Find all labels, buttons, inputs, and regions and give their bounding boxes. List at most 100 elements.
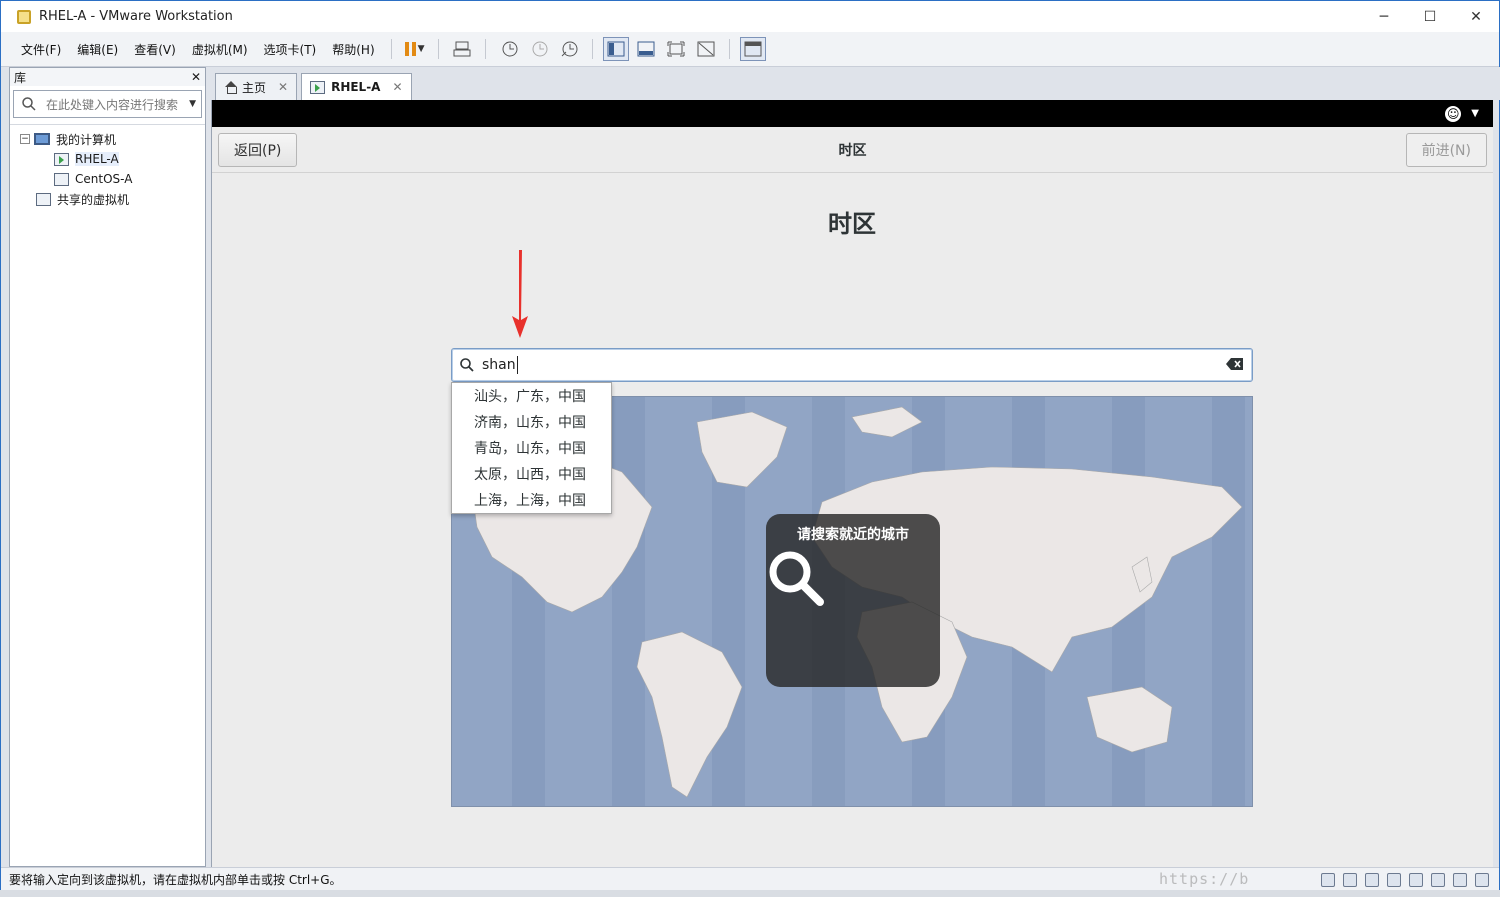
- tree-item-my-computer[interactable]: − 我的计算机: [20, 129, 205, 149]
- maximize-button[interactable]: ☐: [1407, 1, 1453, 32]
- search-icon: [460, 358, 474, 372]
- suggestion-item[interactable]: 太原，山西，中国: [452, 462, 611, 488]
- tree-item-label: 共享的虚拟机: [57, 192, 130, 207]
- library-search-input[interactable]: 在此处键入内容进行搜索 ▼: [13, 90, 202, 118]
- tab-close-icon[interactable]: ✕: [278, 80, 288, 94]
- library-header: 库 ✕: [10, 68, 205, 86]
- library-close-icon[interactable]: ✕: [191, 70, 201, 84]
- watermark: https://b: [1159, 870, 1250, 888]
- page-title: 时区: [828, 210, 876, 238]
- menu-view[interactable]: 查看(V): [126, 41, 184, 58]
- tab-close-icon[interactable]: ✕: [392, 80, 402, 94]
- chevron-down-icon[interactable]: ▼: [189, 99, 196, 109]
- suggestion-item[interactable]: 上海，上海，中国: [452, 488, 611, 514]
- toolbar-separator: [390, 39, 392, 59]
- map-hint-text: 请搜索就近的城市: [797, 527, 909, 543]
- show-library-icon: [607, 41, 625, 57]
- accessibility-icon[interactable]: ☺: [1445, 105, 1462, 122]
- tab-label: 主页: [242, 80, 267, 95]
- network-icon[interactable]: [1365, 873, 1379, 887]
- pause-button[interactable]: ▼: [402, 37, 428, 61]
- tab-label: RHEL-A: [331, 80, 381, 94]
- toolbar-separator: [728, 39, 730, 59]
- library-tree: − 我的计算机 RHEL-A CentOS-A 共享的虚拟机: [10, 124, 205, 209]
- revert-snapshot-icon: [532, 41, 548, 57]
- chevron-down-icon[interactable]: ▼: [1471, 108, 1479, 119]
- tree-item-label: 我的计算机: [56, 132, 117, 147]
- unity-button[interactable]: [693, 37, 719, 61]
- menu-tabs[interactable]: 选项卡(T): [256, 41, 325, 58]
- search-hint-overlay: 请搜索就近的城市: [766, 514, 940, 687]
- snapshot-manager-button[interactable]: [556, 37, 582, 61]
- tree-item-rhel-a[interactable]: RHEL-A: [20, 149, 205, 169]
- unity-icon: [697, 41, 715, 57]
- vm-icon: [54, 172, 69, 186]
- tab-bar: 主页 ✕ RHEL-A ✕: [211, 67, 1500, 100]
- window-controls: ─ ☐ ✕: [1361, 1, 1499, 32]
- hard-disk-icon[interactable]: [1321, 873, 1335, 887]
- tab-rhel-a[interactable]: RHEL-A ✕: [301, 73, 412, 100]
- sound-icon[interactable]: [1409, 873, 1423, 887]
- full-screen-icon: [667, 41, 685, 57]
- toolbar-separator: [591, 39, 593, 59]
- suggestion-item[interactable]: 济南，山东，中国: [452, 410, 611, 436]
- vm-running-icon: [54, 152, 69, 166]
- back-button[interactable]: 返回(P): [218, 132, 298, 167]
- full-screen-button[interactable]: [663, 37, 689, 61]
- vmware-window: RHEL-A - VMware Workstation ─ ☐ ✕ 文件(F) …: [0, 0, 1500, 897]
- library-search-placeholder: 在此处键入内容进行搜索: [46, 97, 179, 112]
- status-bar: 要将输入定向到该虚拟机，请在虚拟机内部单击或按 Ctrl+G。 https://…: [1, 867, 1499, 891]
- tree-item-label: RHEL-A: [75, 152, 119, 166]
- tree-item-label: CentOS-A: [75, 172, 133, 186]
- close-button[interactable]: ✕: [1453, 1, 1499, 32]
- tab-home[interactable]: 主页 ✕: [215, 73, 298, 100]
- installer-header: 返回(P) 时区 前进(N): [212, 127, 1493, 173]
- tree-item-centos-a[interactable]: CentOS-A: [20, 169, 205, 189]
- clear-icon[interactable]: [1226, 357, 1244, 371]
- device-status-icons: [1321, 873, 1489, 887]
- display-icon[interactable]: [1453, 873, 1467, 887]
- chevron-down-icon: ▼: [417, 44, 425, 54]
- cd-dvd-icon[interactable]: [1343, 873, 1357, 887]
- send-ctrl-alt-del-button[interactable]: [449, 37, 475, 61]
- computer-icon: [34, 133, 50, 145]
- usb-icon[interactable]: [1431, 873, 1445, 887]
- snapshot-icon: [502, 41, 518, 57]
- menu-vm[interactable]: 虚拟机(M): [184, 41, 256, 58]
- home-icon: [224, 80, 238, 94]
- bottom-edge: [0, 890, 1500, 897]
- shared-vm-icon: [36, 192, 51, 206]
- send-ctrl-alt-del-icon: [453, 41, 471, 57]
- show-library-button[interactable]: [602, 37, 629, 61]
- red-arrow-annotation: [512, 250, 528, 338]
- toolbar-separator: [484, 39, 486, 59]
- thumbnail-bar-button[interactable]: [633, 37, 659, 61]
- status-text: 要将输入定向到该虚拟机，请在虚拟机内部单击或按 Ctrl+G。: [9, 873, 342, 887]
- message-icon[interactable]: [1475, 873, 1489, 887]
- console-view-button[interactable]: [739, 37, 766, 61]
- collapse-icon[interactable]: −: [20, 134, 30, 144]
- search-query: shan: [482, 357, 516, 373]
- guest-top-bar: ☺ ▼: [212, 100, 1493, 127]
- text-cursor: [516, 356, 518, 374]
- vm-console[interactable]: ☺ ▼ 返回(P) 时区 前进(N) 时区 shan 请搜索就近的城市 汕头，广…: [211, 100, 1493, 867]
- snapshot-button[interactable]: [496, 37, 522, 61]
- menu-bar: 文件(F) 编辑(E) 查看(V) 虚拟机(M) 选项卡(T) 帮助(H) ▼: [1, 32, 1499, 67]
- printer-icon[interactable]: [1387, 873, 1401, 887]
- timezone-search-input[interactable]: shan: [451, 348, 1253, 382]
- minimize-button[interactable]: ─: [1361, 1, 1407, 32]
- header-title: 时区: [838, 142, 867, 159]
- title-bar: RHEL-A - VMware Workstation ─ ☐ ✕: [1, 1, 1499, 32]
- menu-help[interactable]: 帮助(H): [324, 41, 382, 58]
- revert-snapshot-button[interactable]: [526, 37, 552, 61]
- tree-item-shared-vms[interactable]: 共享的虚拟机: [20, 189, 205, 209]
- console-view-icon: [744, 41, 762, 57]
- library-panel: 库 ✕ 在此处键入内容进行搜索 ▼ − 我的计算机 RHEL-A CentOS-…: [9, 67, 206, 867]
- next-button[interactable]: 前进(N): [1405, 132, 1487, 167]
- menu-edit[interactable]: 编辑(E): [69, 41, 126, 58]
- suggestion-item[interactable]: 青岛，山东，中国: [452, 436, 611, 462]
- menu-file[interactable]: 文件(F): [13, 41, 69, 58]
- pause-icon: [404, 42, 416, 56]
- library-title: 库: [14, 70, 27, 85]
- suggestion-item[interactable]: 汕头，广东，中国: [452, 384, 611, 410]
